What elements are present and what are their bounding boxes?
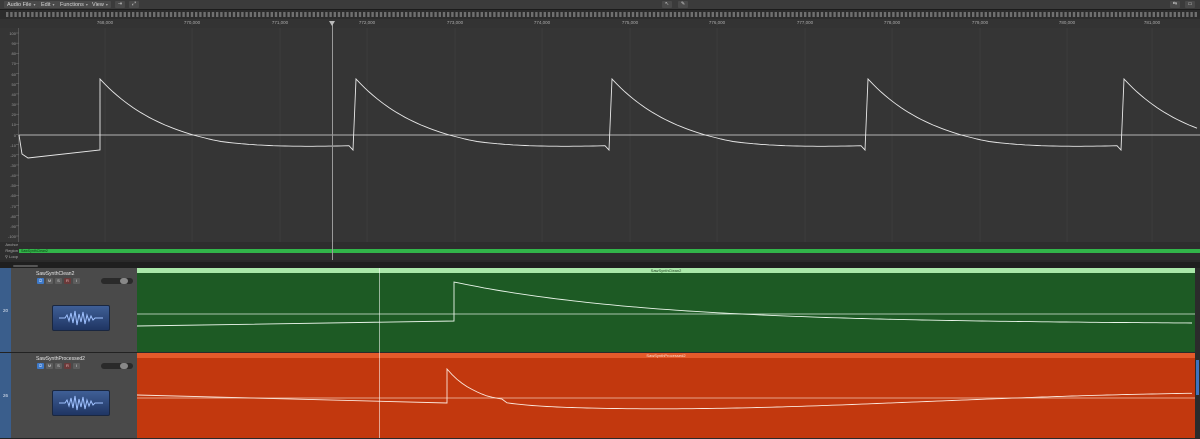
solo-button[interactable]: S [55, 278, 62, 284]
ruler-label: 770,000 [183, 20, 201, 25]
zoom-icon[interactable]: ▭ [1185, 1, 1195, 8]
pencil-tool-icon[interactable]: ✎ [678, 1, 688, 8]
chevron-down-icon: ▾ [33, 2, 36, 7]
track-number: 26 [2, 393, 8, 398]
ruler-label: 778,000 [883, 20, 901, 25]
power-button[interactable]: ⏻ [37, 278, 44, 284]
loop-row: ⚲ Loop [0, 254, 1200, 260]
split-icon[interactable]: ⇥ [115, 1, 125, 8]
pointer-tool-icon[interactable]: ↖ [662, 1, 672, 8]
link-icon[interactable]: ⇆ [1170, 1, 1180, 8]
mute-button[interactable]: M [46, 363, 53, 369]
track-name[interactable]: SawSynthProcessed2 [36, 356, 85, 362]
ruler-label: 775,000 [621, 20, 639, 25]
waveform-track-icon [52, 390, 110, 416]
ruler-overview-marks [0, 10, 1200, 19]
menu-audio-file[interactable]: Audio File ▾ [4, 1, 39, 8]
menu-bar: Audio File ▾ Edit ▾ Functions ▾ View ▾ ⇥ ⤢ ↖… [0, 0, 1200, 10]
track-header-1[interactable]: 20 SawSynthClean2 ⏻ M S R I [0, 268, 137, 353]
ruler-label: 779,000 [971, 20, 989, 25]
waveform-canvas [16, 28, 1200, 242]
vertical-scrollbar[interactable] [1195, 268, 1200, 438]
loop-label: ⚲ Loop [5, 254, 18, 259]
playhead[interactable] [332, 21, 333, 260]
track-name[interactable]: SawSynthClean2 [36, 271, 74, 277]
playhead-marker-icon[interactable] [329, 21, 335, 26]
ruler-label: 776,000 [708, 20, 726, 25]
track-number: 20 [2, 308, 8, 313]
catch-icon[interactable]: ⤢ [129, 1, 139, 8]
mute-button[interactable]: M [46, 278, 53, 284]
power-button[interactable]: ⏻ [37, 363, 44, 369]
ruler-label: 768,000 [96, 20, 114, 25]
ruler-label: 781,000 [1143, 20, 1161, 25]
menu-functions[interactable]: Functions ▾ [57, 1, 91, 8]
ruler-label: 780,000 [1058, 20, 1076, 25]
track-header-2[interactable]: 26 SawSynthProcessed2 ⏻ M S R I [0, 353, 137, 439]
ruler-label: 771,000 [271, 20, 289, 25]
chevron-down-icon: ▾ [105, 2, 108, 7]
input-monitor-button[interactable]: I [73, 363, 80, 369]
waveform-path [18, 77, 1198, 159]
region-waveform [137, 281, 1195, 327]
arrange-playhead [379, 268, 380, 438]
menu-view[interactable]: View ▾ [89, 1, 111, 8]
ruler-label: 772,000 [358, 20, 376, 25]
sample-ruler[interactable]: 768,000 770,000 771,000 772,000 773,000 774,0… [0, 10, 1200, 28]
volume-fader-knob[interactable] [120, 278, 128, 284]
menu-edit[interactable]: Edit ▾ [38, 1, 58, 8]
volume-fader-knob[interactable] [120, 363, 128, 369]
chevron-down-icon: ▾ [52, 2, 55, 7]
divider-handle[interactable] [13, 265, 38, 267]
scrollbar-thumb[interactable] [1196, 360, 1199, 395]
chevron-down-icon: ▾ [85, 2, 88, 7]
waveform-track-icon [52, 305, 110, 331]
region-strip[interactable]: SawSynthClean2 [19, 249, 1200, 253]
record-button[interactable]: R [64, 278, 71, 284]
sample-editor-waveform[interactable]: 100 90 80 70 60 50 40 30 20 10 0 -10 -20 -30 -40 -50 -60… [0, 28, 1200, 242]
ruler-label: 774,000 [533, 20, 551, 25]
record-button[interactable]: R [64, 363, 71, 369]
track-lane-1[interactable]: SawSynthClean2 [137, 268, 1195, 352]
ruler-label: 773,000 [446, 20, 464, 25]
region-waveform [137, 367, 1195, 410]
solo-button[interactable]: S [55, 363, 62, 369]
track-lane-2[interactable]: SawSynthProcessed2 [137, 353, 1195, 438]
volume-fader[interactable] [101, 363, 133, 369]
input-monitor-button[interactable]: I [73, 278, 80, 284]
ruler-label: 777,000 [796, 20, 814, 25]
volume-fader[interactable] [101, 278, 133, 284]
